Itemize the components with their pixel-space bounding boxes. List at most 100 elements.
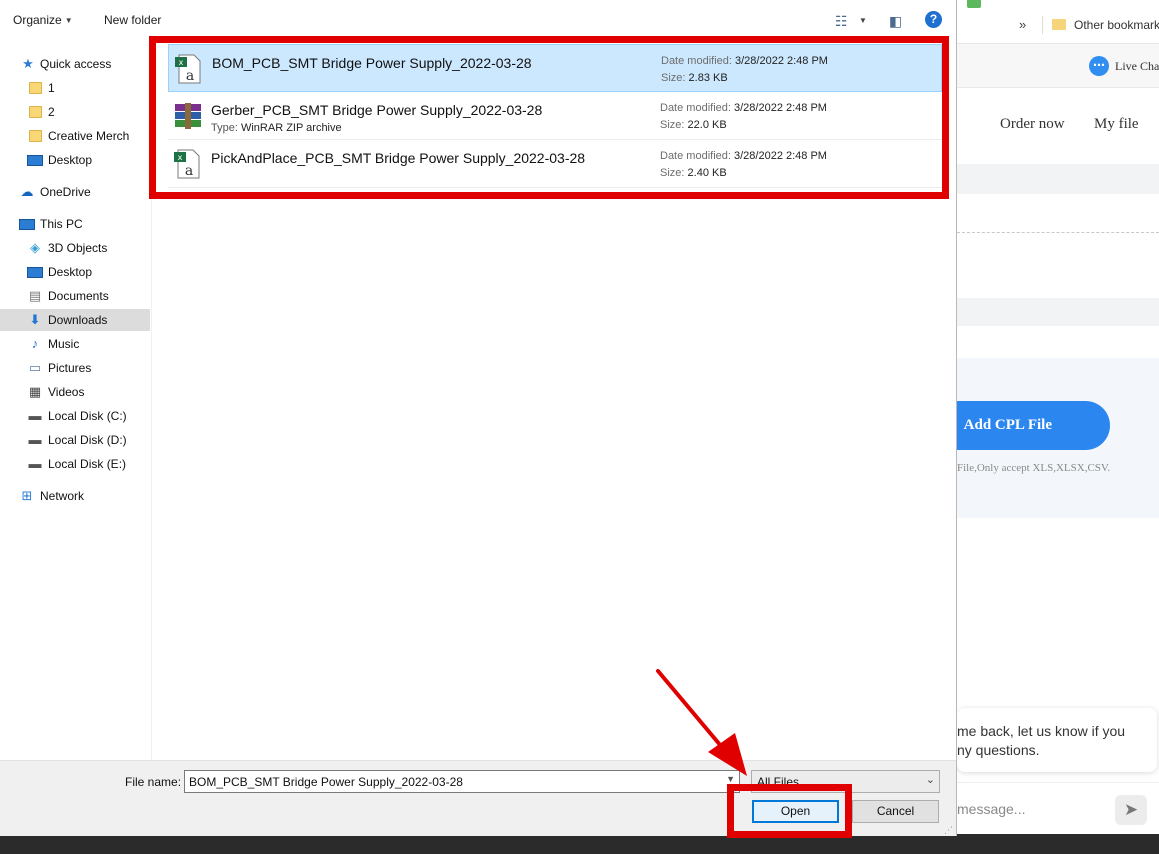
nav-item-pictures[interactable]: ▭ Pictures: [0, 357, 150, 379]
size-label: Size:: [661, 72, 686, 84]
bookmarks-bar: » Other bookmark: [957, 0, 1159, 44]
my-file-link[interactable]: My file: [1094, 116, 1139, 133]
file-name-input[interactable]: BOM_PCB_SMT Bridge Power Supply_2022-03-…: [184, 770, 740, 793]
nav-item-desktop[interactable]: Desktop: [0, 261, 150, 283]
nav-item-label: 1: [48, 81, 55, 95]
other-bookmarks-link[interactable]: Other bookmark: [1074, 18, 1159, 32]
file-type: Type: WinRAR ZIP archive: [211, 122, 342, 134]
nav-item-label: Local Disk (C:): [48, 409, 127, 423]
nav-item-label: Local Disk (D:): [48, 433, 127, 447]
chat-bubble-icon: ⋯: [1089, 56, 1109, 76]
help-icon[interactable]: ?: [925, 11, 942, 28]
site-nav: Order now My file: [957, 88, 1159, 164]
bookmarks-overflow-button[interactable]: »: [1019, 17, 1026, 32]
view-options-icon[interactable]: ☷: [835, 13, 848, 30]
date-modified-label: Date modified:: [660, 102, 731, 114]
chevron-down-icon[interactable]: ▼: [726, 774, 735, 784]
nav-item-label: Documents: [48, 289, 109, 303]
music-icon: ♪: [31, 336, 39, 351]
organize-button[interactable]: Organize ▼: [13, 13, 73, 27]
file-name: Gerber_PCB_SMT Bridge Power Supply_2022-…: [211, 102, 543, 118]
file-type-filter-select[interactable]: All Files ⌄: [751, 770, 940, 793]
order-now-link[interactable]: Order now: [1000, 116, 1065, 133]
excel-csv-icon: x a: [175, 54, 201, 84]
svg-text:a: a: [186, 68, 194, 84]
type-label: Type:: [211, 122, 238, 134]
cube-icon: ◈: [30, 240, 40, 255]
size-label: Size:: [660, 167, 685, 179]
new-folder-button[interactable]: New folder: [104, 13, 161, 27]
file-name: PickAndPlace_PCB_SMT Bridge Power Supply…: [211, 150, 586, 166]
taskbar: [0, 834, 1159, 854]
file-row[interactable]: Gerber_PCB_SMT Bridge Power Supply_2022-…: [168, 92, 942, 140]
open-button[interactable]: Open: [752, 800, 839, 823]
upload-panel: Add CPL File File,Only accept XLS,XLSX,C…: [957, 358, 1159, 518]
nav-item-this-pc[interactable]: This PC: [0, 213, 150, 235]
chevron-down-icon: ▼: [64, 16, 73, 25]
nav-item-quick-access[interactable]: ★ Quick access: [0, 53, 150, 75]
dialog-toolbar: Organize ▼ New folder ☷ ▼ ◧ ?: [0, 6, 956, 36]
file-size: Size: 22.0 KB: [660, 119, 727, 131]
nav-item-label: Downloads: [48, 313, 108, 327]
bookmark-folder-icon: [1052, 19, 1066, 30]
file-row[interactable]: x a BOM_PCB_SMT Bridge Power Supply_2022…: [168, 44, 942, 92]
nav-item-local-disk-c[interactable]: ▬ Local Disk (C:): [0, 405, 150, 427]
nav-item-local-disk-e[interactable]: ▬ Local Disk (E:): [0, 453, 150, 475]
nav-item-documents[interactable]: ▤ Documents: [0, 285, 150, 307]
bookmarks-divider: [1042, 16, 1043, 34]
send-icon[interactable]: ➤: [1115, 795, 1147, 825]
nav-item-label: This PC: [40, 217, 83, 231]
cpl-accept-note: File,Only accept XLS,XLSX,CSV.: [957, 462, 1111, 474]
chat-message-bubble: me back, let us know if you ny questions…: [957, 708, 1157, 772]
nav-item-label: 2: [48, 105, 55, 119]
nav-item-videos[interactable]: ▦ Videos: [0, 381, 150, 403]
view-dropdown-chevron-icon[interactable]: ▼: [859, 16, 867, 25]
svg-text:x: x: [179, 58, 184, 67]
date-modified-value: 3/28/2022 2:48 PM: [735, 55, 828, 67]
disk-icon: ▬: [28, 432, 42, 447]
date-modified-label: Date modified:: [661, 55, 732, 67]
resize-grip-icon[interactable]: ⋰: [944, 825, 953, 836]
add-cpl-file-button[interactable]: Add CPL File: [957, 401, 1110, 450]
section-divider: [957, 232, 1159, 233]
file-name-value: BOM_PCB_SMT Bridge Power Supply_2022-03-…: [189, 775, 463, 789]
nav-item-desktop-quick[interactable]: Desktop: [0, 149, 150, 171]
folder-icon: [29, 82, 42, 94]
svg-text:a: a: [185, 163, 193, 179]
svg-text:x: x: [178, 153, 183, 162]
file-row[interactable]: x a PickAndPlace_PCB_SMT Bridge Power Su…: [168, 140, 942, 188]
cloud-icon: ☁: [20, 184, 34, 199]
nav-item-local-disk-d[interactable]: ▬ Local Disk (D:): [0, 429, 150, 451]
nav-item-downloads[interactable]: ⬇ Downloads: [0, 309, 150, 331]
nav-item-3d-objects[interactable]: ◈ 3D Objects: [0, 237, 150, 259]
size-value: 2.40 KB: [687, 167, 727, 179]
extension-badge-icon: [967, 0, 981, 8]
live-chat-link[interactable]: Live Cha: [1115, 59, 1159, 74]
date-modified: Date modified: 3/28/2022 2:48 PM: [660, 102, 827, 114]
folder-icon: [29, 130, 42, 142]
size-value: 2.83 KB: [688, 72, 728, 84]
video-icon: ▦: [28, 384, 42, 399]
chat-input-placeholder: message...: [957, 801, 1026, 817]
desktop-icon: [27, 155, 43, 166]
nav-item-label: Videos: [48, 385, 85, 399]
document-icon: ▤: [28, 288, 42, 303]
download-icon: ⬇: [29, 312, 41, 327]
winrar-icon: [175, 103, 201, 129]
dialog-bottom-bar: File name: BOM_PCB_SMT Bridge Power Supp…: [0, 760, 956, 836]
nav-item-label: Local Disk (E:): [48, 457, 127, 471]
navigation-pane: ★ Quick access 1 2 Creative Merch Deskto…: [0, 40, 152, 760]
nav-item-network[interactable]: ⊞ Network: [0, 485, 150, 507]
nav-item-creative-merch[interactable]: Creative Merch: [0, 125, 150, 147]
preview-pane-icon[interactable]: ◧: [889, 13, 902, 30]
pictures-icon: ▭: [28, 360, 42, 375]
date-modified-value: 3/28/2022 2:48 PM: [734, 150, 827, 162]
disk-icon: ▬: [28, 456, 42, 471]
nav-item-music[interactable]: ♪ Music: [0, 333, 150, 355]
nav-item-folder-2[interactable]: 2: [0, 101, 150, 123]
cancel-button[interactable]: Cancel: [852, 800, 939, 823]
nav-item-onedrive[interactable]: ☁ OneDrive: [0, 181, 150, 203]
chat-input-area[interactable]: message... ➤: [957, 782, 1159, 834]
nav-item-folder-1[interactable]: 1: [0, 77, 150, 99]
date-modified: Date modified: 3/28/2022 2:48 PM: [660, 150, 827, 162]
